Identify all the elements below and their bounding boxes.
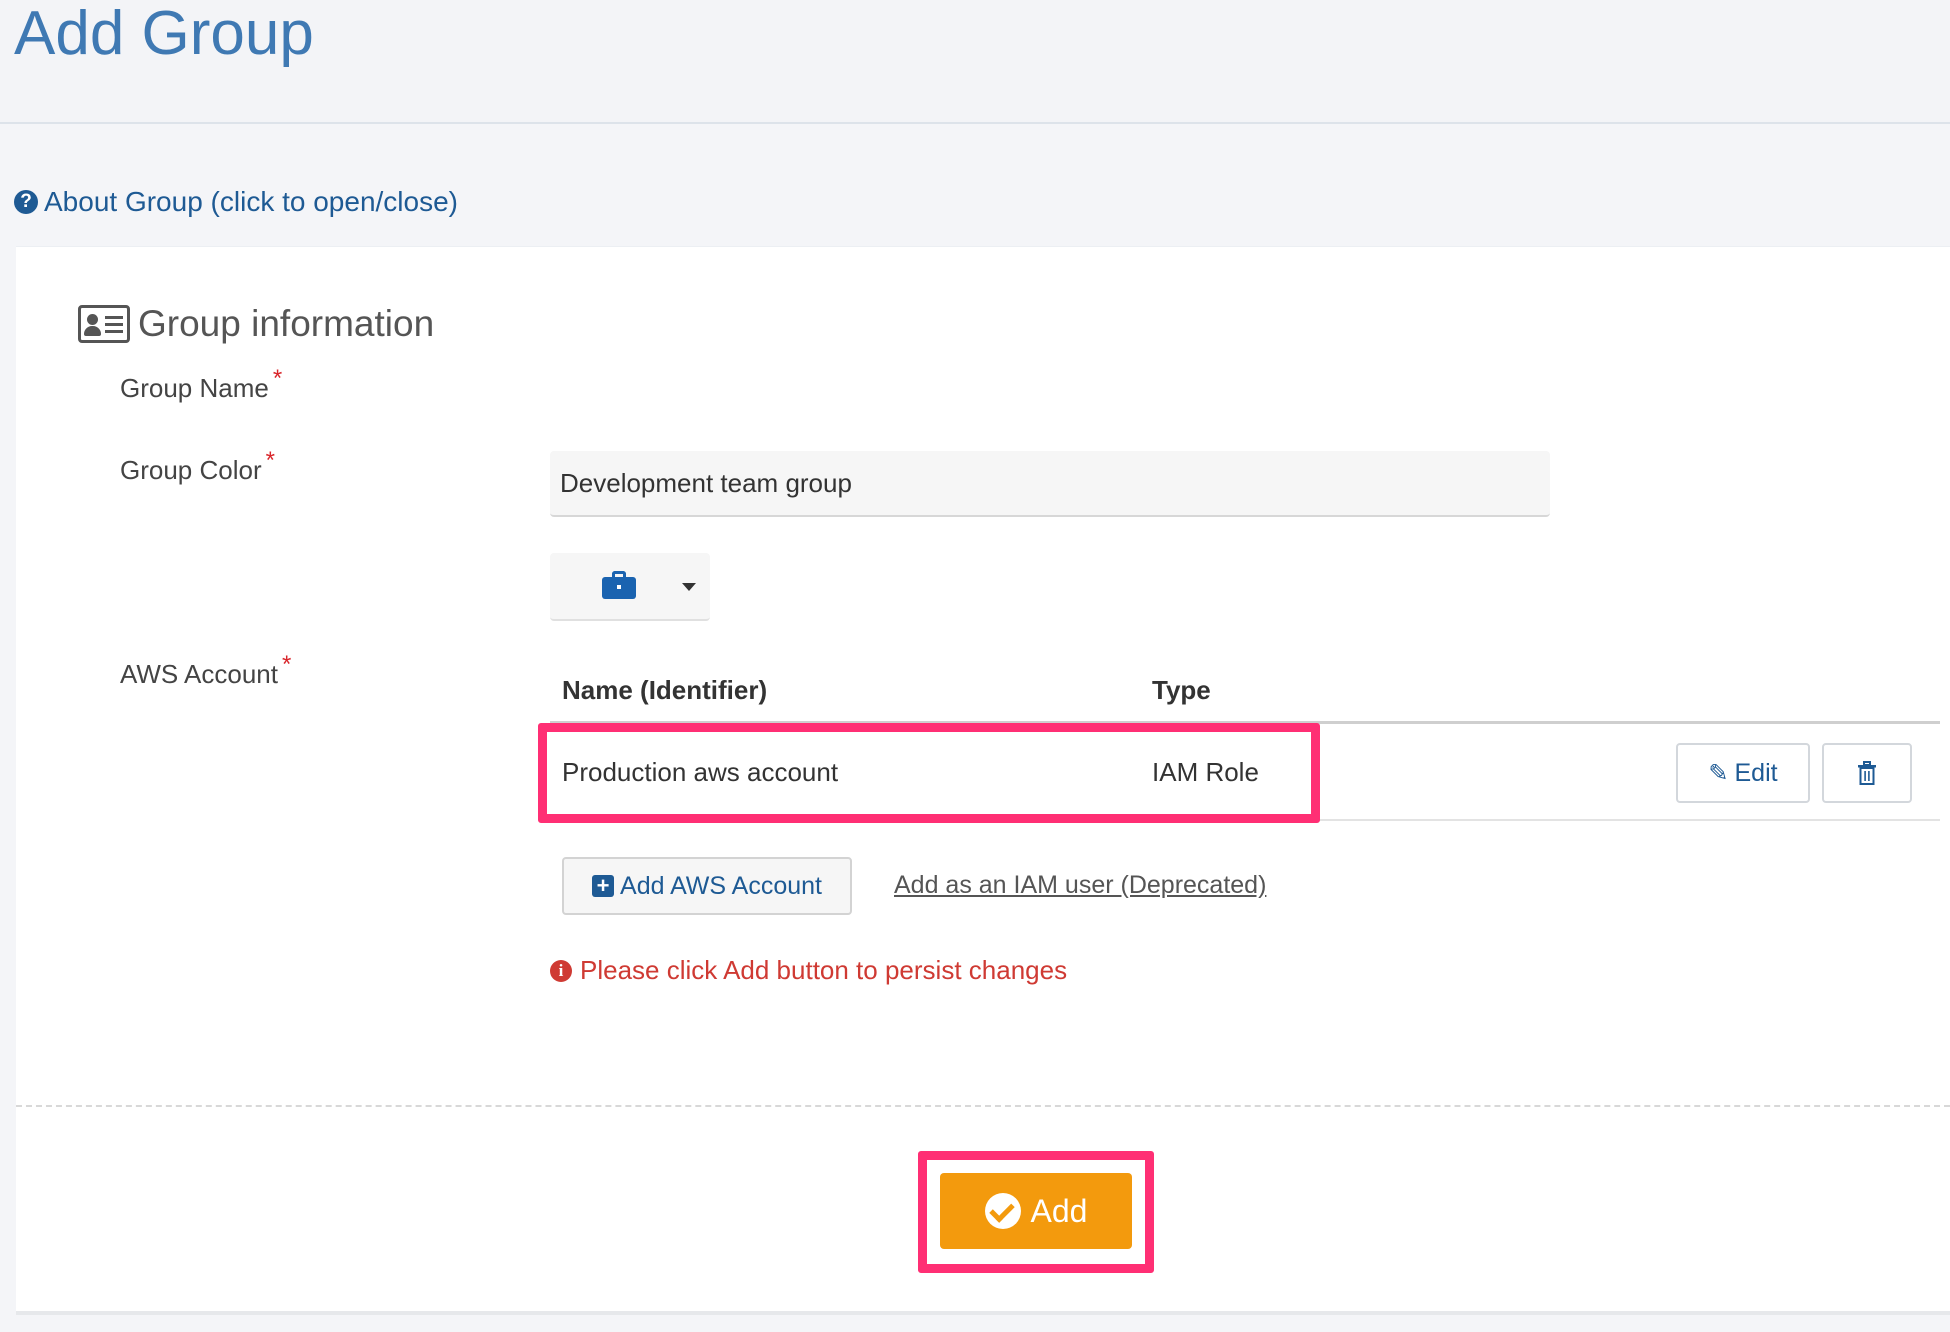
check-circle-icon xyxy=(984,1193,1021,1229)
edit-button-label: Edit xyxy=(1734,758,1778,787)
required-mark: * xyxy=(265,447,275,474)
delete-account-button[interactable] xyxy=(1822,743,1912,803)
add-group-button[interactable]: Add xyxy=(940,1173,1132,1249)
group-name-label: Group Name * xyxy=(120,365,282,404)
group-color-label-text: Group Color xyxy=(120,455,262,485)
question-circle-icon: ? xyxy=(14,190,38,214)
persist-warning: i Please click Add button to persist cha… xyxy=(550,955,1067,986)
section-title-text: Group information xyxy=(138,303,435,344)
page-title: Add Group xyxy=(14,0,314,68)
edit-account-button[interactable]: ✎ Edit xyxy=(1676,743,1810,803)
plus-square-icon: + xyxy=(592,875,615,897)
trash-icon xyxy=(1858,761,1876,785)
footer-divider xyxy=(16,1105,1950,1107)
about-group-label: About Group (click to open/close) xyxy=(44,186,458,217)
about-group-toggle[interactable]: ? About Group (click to open/close) xyxy=(14,186,458,218)
required-mark: * xyxy=(282,651,292,678)
aws-account-label: AWS Account * xyxy=(120,651,291,690)
aws-account-label-text: AWS Account xyxy=(120,659,278,689)
group-color-select[interactable] xyxy=(550,553,710,621)
group-name-label-text: Group Name xyxy=(120,373,269,403)
add-group-button-label: Add xyxy=(1030,1192,1088,1229)
add-aws-account-button[interactable]: + Add AWS Account xyxy=(562,857,852,915)
annotation-highlight-account-row xyxy=(538,723,1320,823)
required-mark: * xyxy=(272,365,283,392)
caret-down-icon xyxy=(682,583,696,591)
add-aws-account-label: Add AWS Account xyxy=(620,871,822,900)
page-header: Add Group xyxy=(0,0,1950,124)
column-header-type: Type xyxy=(1152,675,1211,705)
pencil-icon: ✎ xyxy=(1708,759,1729,787)
briefcase-icon xyxy=(602,571,636,599)
group-color-label: Group Color * xyxy=(120,447,275,486)
column-header-name: Name (Identifier) xyxy=(562,675,768,705)
info-circle-icon: i xyxy=(550,959,572,982)
id-card-icon xyxy=(78,305,130,343)
group-name-input[interactable] xyxy=(550,451,1550,517)
group-form-panel: Group information Group Name* Group Colo… xyxy=(16,246,1950,1315)
add-iam-user-link[interactable]: Add as an IAM user (Deprecated) xyxy=(894,871,1266,900)
persist-warning-text: Please click Add button to persist chang… xyxy=(580,955,1068,985)
section-title: Group information xyxy=(78,303,434,345)
